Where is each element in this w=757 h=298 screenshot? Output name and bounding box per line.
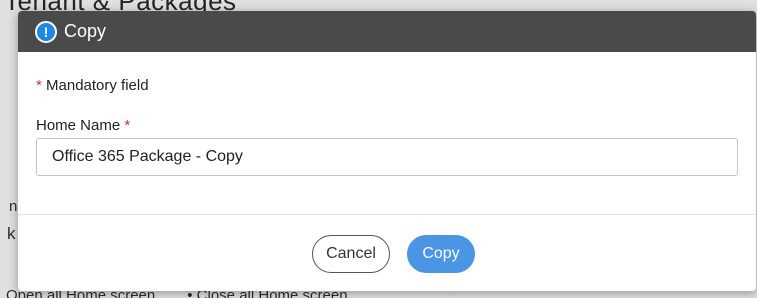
home-name-input[interactable] [36,138,738,176]
footer-divider [18,214,756,215]
info-icon: ! [35,20,57,43]
home-name-label-text: Home Name [36,117,121,134]
cancel-button[interactable]: Cancel [312,235,390,273]
mandatory-field-text: Mandatory field [46,77,149,94]
mandatory-field-note: * Mandatory field [36,77,149,94]
required-asterisk: * [124,117,131,134]
required-asterisk: * [36,77,42,94]
copy-button[interactable]: Copy [407,235,475,273]
dialog-title: Copy [64,21,107,41]
copy-dialog: ! Copy * Mandatory field Home Name * Can… [18,11,756,291]
home-name-label: Home Name * [36,117,130,134]
dialog-header: ! Copy [18,11,756,52]
